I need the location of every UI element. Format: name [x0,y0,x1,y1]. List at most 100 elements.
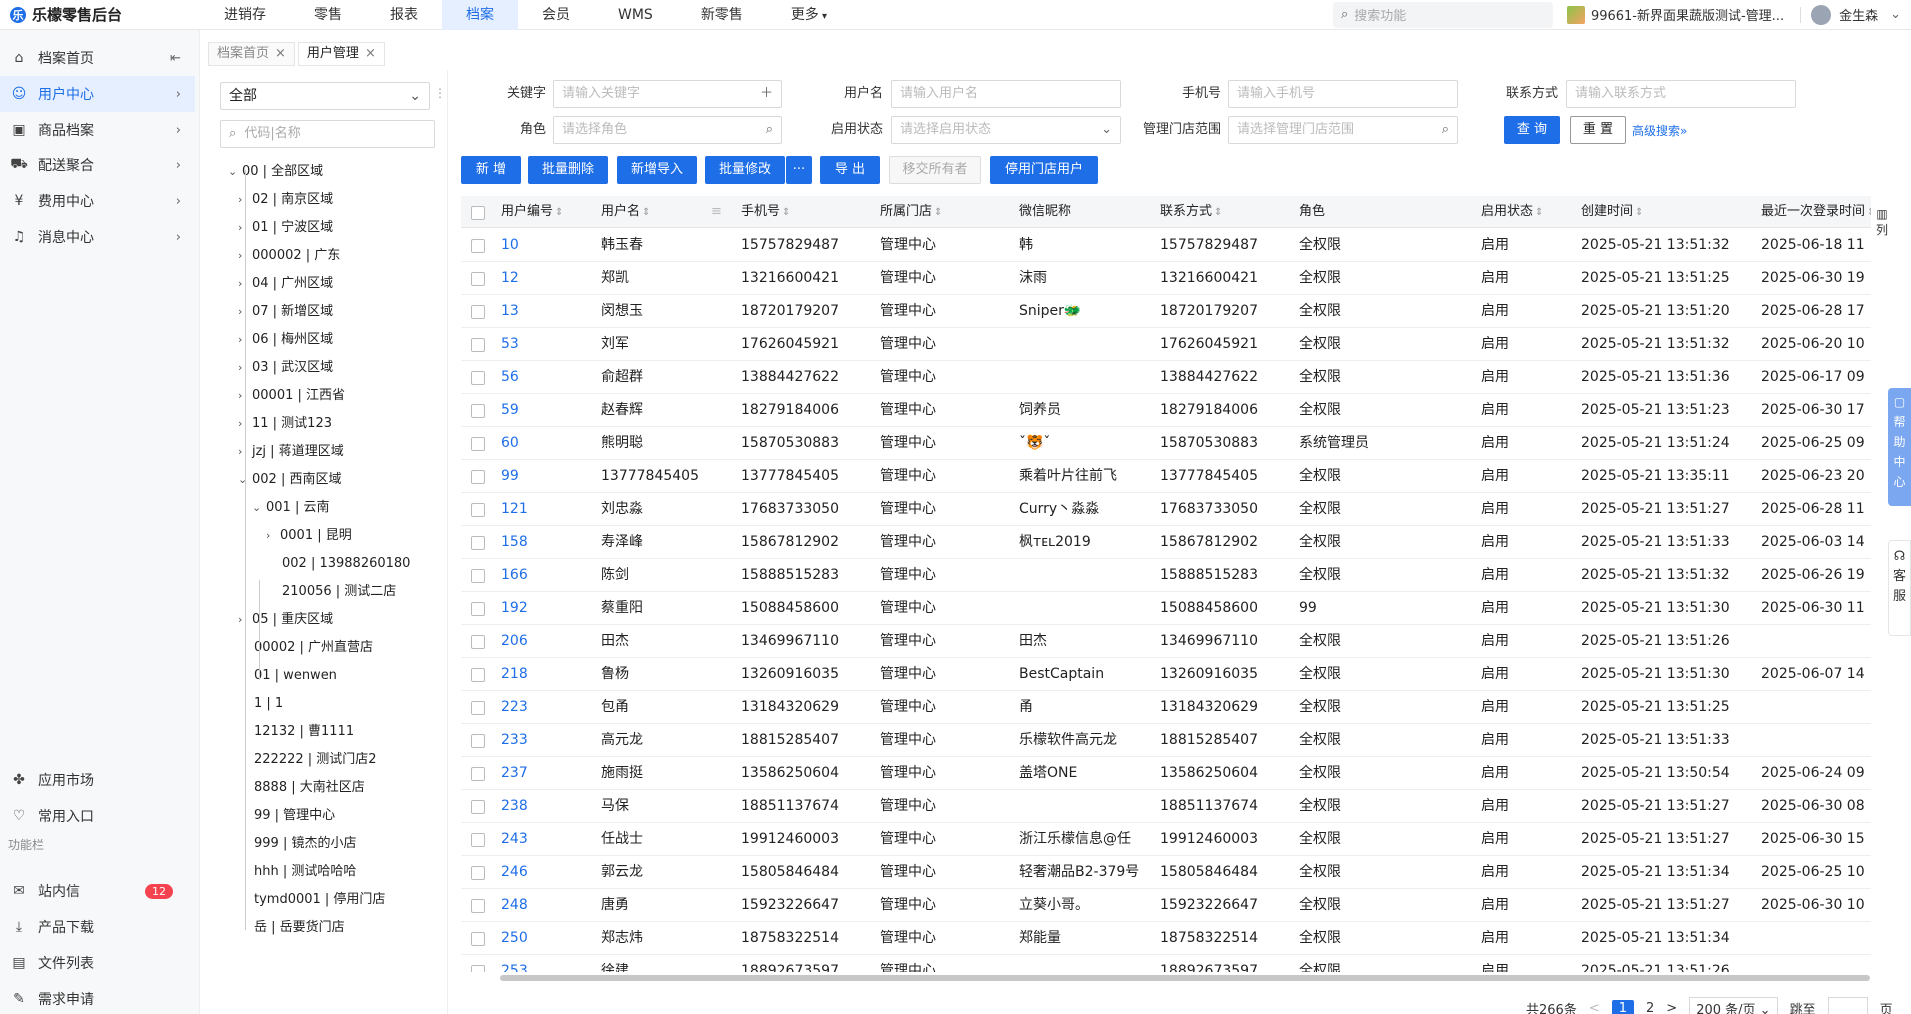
customer-service-button[interactable]: ☊ 客服 [1888,540,1911,636]
table-row[interactable]: 12 郑凯 13216600421 管理中心 沫雨 13216600421 全权限 启用 202… [461,262,1871,295]
column-header[interactable]: 所属门店 ⇕ [880,196,942,228]
tree-node[interactable]: 99 | 管理中心 [238,806,335,826]
tree-node[interactable]: ⌄ 002 | 西南区域 [238,470,341,490]
row-checkbox[interactable] [471,701,485,715]
table-row[interactable]: 250 郑志炜 18758322514 管理中心 郑能量 18758322514 全权限 启用… [461,922,1871,955]
region-select[interactable]: 全部 ⌄ [220,82,430,110]
sidebar-item[interactable]: ▤ 文件列表 [0,945,195,981]
table-row[interactable]: 53 刘军 17626045921 管理中心 17626045921 全权限 启用 2025-… [461,328,1871,361]
table-row[interactable]: 121 刘忠淼 17683733050 管理中心 Curry丶淼淼 17683733050… [461,493,1871,526]
top-nav-item[interactable]: 新零售 [677,0,767,30]
user-id-link[interactable]: 233 [501,724,597,757]
user-id-link[interactable]: 56 [501,361,597,394]
tree-node[interactable]: › 11 | 测试123 [238,414,332,434]
tree-search-input[interactable]: ⌕ 代码|名称 [220,120,435,148]
chevron-down-icon[interactable]: ⌄ [228,162,242,182]
row-checkbox[interactable] [471,932,485,946]
top-nav-item[interactable]: 更多 ▾ [767,0,851,30]
sort-icon[interactable]: ⇕ [1214,207,1222,218]
sidebar-item[interactable]: ✤ 应用市场 [0,762,195,798]
user-id-link[interactable]: 158 [501,526,597,559]
table-row[interactable]: 233 高元龙 18815285407 管理中心 乐檬软件高元龙 18815285407 全… [461,724,1871,757]
role-select[interactable]: 请选择角色 ⌕ [553,116,782,144]
row-checkbox[interactable] [471,239,485,253]
chevron-right-icon[interactable]: › [266,526,280,546]
user-id-link[interactable]: 192 [501,592,597,625]
page-size-select[interactable]: 200 条/页 ⌄ [1689,996,1778,1014]
horizontal-scrollbar[interactable] [500,975,1870,981]
top-nav-item[interactable]: 报表 [366,0,442,30]
user-id-link[interactable]: 253 [501,955,597,972]
sort-icon[interactable]: ⇕ [1867,207,1871,218]
add-button[interactable]: 新 增 [461,156,521,184]
sidebar-item[interactable]: ♫ 消息中心 › [0,219,195,255]
table-row[interactable]: 13 闵想玉 18720179207 管理中心 Sniper🐲 18720179207 全权… [461,295,1871,328]
page-number[interactable]: 2 [1646,1001,1654,1014]
table-row[interactable]: 218 鲁杨 13260916035 管理中心 BestCaptain 132609160… [461,658,1871,691]
table-row[interactable]: 206 田杰 13469967110 管理中心 田杰 13469967110 全权限 启用 20… [461,625,1871,658]
column-header[interactable]: 用户名 ⇕ [601,196,650,228]
sort-icon[interactable]: ⇕ [934,207,942,218]
column-drag-icon[interactable]: ≡ [711,196,722,228]
phone-input[interactable]: 请输入手机号 [1228,80,1458,108]
tree-node[interactable]: tymd0001 | 停用门店 [238,890,385,910]
tree-node[interactable]: 210056 | 测试二店 [266,582,396,602]
tree-node[interactable]: ⌄ 001 | 云南 [252,498,329,518]
table-row[interactable]: 243 任战士 19912460003 管理中心 浙江乐檬信息@任 19912460003… [461,823,1871,856]
top-nav-item[interactable]: WMS [594,0,677,30]
row-checkbox[interactable] [471,503,485,517]
sidebar-item[interactable]: ♡ 常用入口 [0,798,195,834]
tree-node[interactable]: › 02 | 南京区域 [238,190,333,210]
row-checkbox[interactable] [471,338,485,352]
row-checkbox[interactable] [471,734,485,748]
batch-edit-button[interactable]: 批量修改 [705,156,785,184]
column-header[interactable]: 用户编号 ⇕ [501,196,563,228]
help-center-button[interactable]: ▢ 帮助中心 [1888,388,1911,506]
status-select[interactable]: 请选择启用状态 ⌄ [891,116,1121,144]
tab-item[interactable]: 档案首页 × [208,42,295,66]
transfer-owner-button[interactable]: 移交所有者 [889,156,981,184]
column-header[interactable]: 微信昵称 [1019,196,1071,228]
tree-node[interactable]: 岳 | 岳要货门店 [238,918,345,938]
user-id-link[interactable]: 246 [501,856,597,889]
row-checkbox[interactable] [471,899,485,913]
tree-node[interactable]: 222222 | 测试门店2 [238,750,377,770]
column-header[interactable]: 最近一次登录时间⇕ [1761,196,1871,228]
row-checkbox[interactable] [471,371,485,385]
row-checkbox[interactable] [471,833,485,847]
tree-node[interactable]: › 03 | 武汉区域 [238,358,333,378]
tree-node[interactable]: › 06 | 梅州区域 [238,330,333,350]
chevron-down-icon[interactable]: ⌄ [252,498,266,518]
tree-node[interactable]: › 07 | 新增区域 [238,302,333,322]
select-all-checkbox[interactable] [471,206,485,220]
table-row[interactable]: 192 蔡重阳 15088458600 管理中心 15088458600 99 启用 2025… [461,592,1871,625]
user-id-link[interactable]: 238 [501,790,597,823]
sort-icon[interactable]: ⇕ [1535,207,1543,218]
row-checkbox[interactable] [471,569,485,583]
sidebar-item[interactable]: ▣ 商品档案 › [0,112,195,148]
sidebar-item[interactable]: ⛟ 配送聚合 › [0,147,195,183]
more-actions-button[interactable]: ··· [786,156,812,184]
row-checkbox[interactable] [471,536,485,550]
sort-icon[interactable]: ⇕ [1635,207,1643,218]
tree-node[interactable]: › 05 | 重庆区域 [238,610,333,630]
collapse-panel-icon[interactable]: ⋮ [434,86,446,100]
user-id-link[interactable]: 250 [501,922,597,955]
user-id-link[interactable]: 166 [501,559,597,592]
next-page-icon[interactable]: > [1666,1001,1677,1014]
table-row[interactable]: 237 施雨挺 13586250604 管理中心 盖塔ONE 13586250604 全权限… [461,757,1871,790]
table-row[interactable]: 253 徐建 18892673597 管理中心 18892673597 全权限 启用 2025… [461,955,1871,972]
table-row[interactable]: 99 13777845405 13777845405 管理中心 乘着叶片往前飞 13777… [461,460,1871,493]
table-row[interactable]: 158 寿泽峰 15867812902 管理中心 枫ᴛᴇʟ2019 15867812902… [461,526,1871,559]
column-header[interactable]: 手机号 ⇕ [741,196,790,228]
user-id-link[interactable]: 237 [501,757,597,790]
disable-store-users-button[interactable]: 停用门店用户 [990,156,1098,184]
row-checkbox[interactable] [471,305,485,319]
table-row[interactable]: 59 赵春辉 18279184006 管理中心 饲养员 18279184006 全权限 启用 2… [461,394,1871,427]
store-switcher[interactable]: 99661-新界面果蔬版测试-管理... [1566,5,1784,24]
tree-node[interactable]: 12132 | 曹1111 [238,722,354,742]
row-checkbox[interactable] [471,767,485,781]
user-id-link[interactable]: 248 [501,889,597,922]
keyword-input[interactable]: 请输入关键字 ＋ [553,80,782,108]
table-row[interactable]: 60 熊明聪 15870530883 管理中心 ˇ🐯ˇ 15870530883 系统管理员 启… [461,427,1871,460]
